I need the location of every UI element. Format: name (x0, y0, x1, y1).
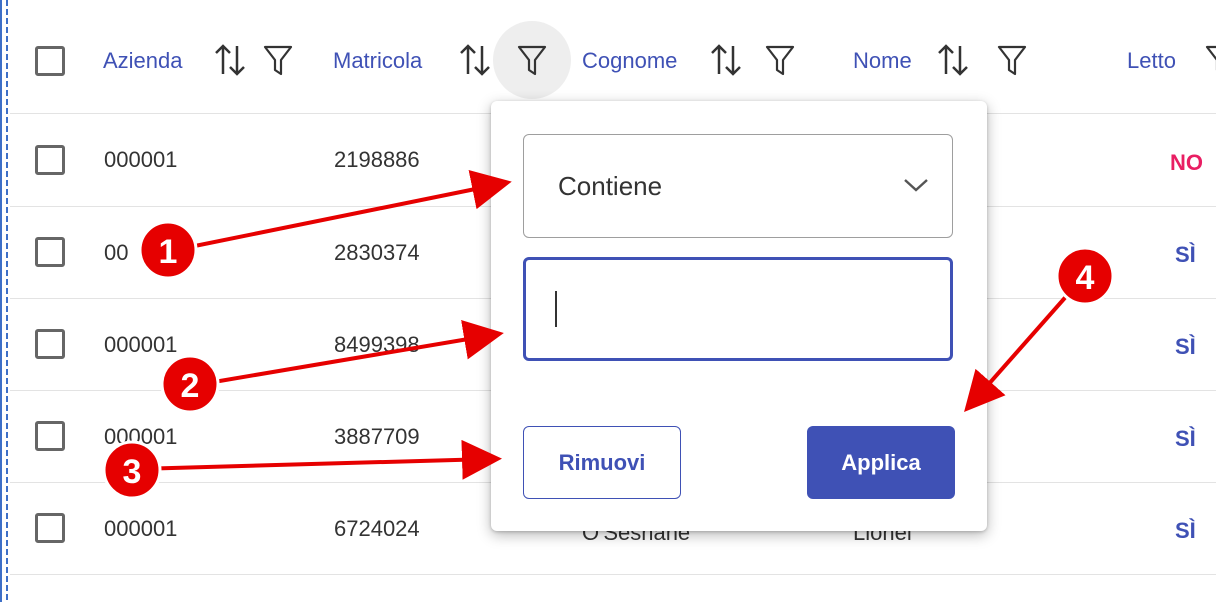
filter-icon[interactable] (996, 42, 1028, 78)
column-header-cognome[interactable]: Cognome (582, 48, 677, 74)
annotation-badge-1: 1 (138, 220, 198, 280)
filter-value-input[interactable] (523, 257, 953, 361)
column-header-azienda[interactable]: Azienda (103, 48, 183, 74)
cell-azienda: 000001 (104, 332, 178, 357)
remove-filter-button[interactable]: Rimuovi (523, 426, 681, 499)
sort-icon[interactable] (213, 40, 247, 80)
filter-operator-select[interactable]: Contiene (523, 134, 953, 238)
annotation-arrow-4 (964, 281, 1080, 412)
svg-text:2: 2 (181, 367, 200, 405)
cell-azienda: 000001 (104, 147, 178, 172)
filter-popup: Contiene Rimuovi Applica (491, 101, 987, 531)
annotation-arrow-3 (136, 439, 502, 480)
text-cursor (555, 291, 557, 327)
cell-letto: SÌ (1175, 242, 1196, 267)
cell-matricola: 8499398 (334, 332, 420, 357)
filter-icon[interactable] (1204, 42, 1216, 78)
chevron-down-icon (904, 179, 928, 192)
cell-letto: SÌ (1175, 518, 1196, 543)
window-edge-dashed (6, 0, 8, 602)
column-header-letto[interactable]: Letto (1127, 48, 1176, 74)
filter-icon-active[interactable] (516, 42, 548, 78)
column-header-matricola[interactable]: Matricola (333, 48, 422, 74)
cell-matricola: 2198886 (334, 147, 420, 172)
cell-matricola: 2830374 (334, 240, 420, 265)
filter-icon[interactable] (764, 42, 796, 78)
svg-text:4: 4 (1076, 259, 1095, 297)
row-checkbox[interactable] (35, 513, 65, 543)
cell-azienda: 000001 (104, 424, 178, 449)
cell-matricola: 3887709 (334, 424, 420, 449)
svg-text:3: 3 (123, 453, 142, 491)
row-checkbox[interactable] (35, 421, 65, 451)
cell-letto: SÌ (1175, 426, 1196, 451)
annotation-badge-4: 4 (1055, 246, 1115, 306)
svg-text:1: 1 (159, 233, 178, 271)
cell-matricola: 6724024 (334, 516, 420, 541)
cell-letto: NO (1170, 150, 1203, 175)
window-edge (0, 0, 2, 602)
sort-icon[interactable] (709, 40, 743, 80)
row-checkbox[interactable] (35, 145, 65, 175)
row-checkbox[interactable] (35, 329, 65, 359)
row-divider (10, 574, 1216, 575)
row-checkbox[interactable] (35, 237, 65, 267)
sort-icon[interactable] (458, 40, 492, 80)
sort-icon[interactable] (936, 40, 970, 80)
filter-operator-value: Contiene (558, 171, 663, 201)
filter-icon[interactable] (262, 42, 294, 78)
cell-letto: SÌ (1175, 334, 1196, 359)
cell-azienda: 00 (104, 240, 129, 265)
column-header-nome[interactable]: Nome (853, 48, 912, 74)
annotation-badge-3: 3 (102, 440, 162, 500)
cell-azienda: 000001 (104, 516, 178, 541)
apply-filter-button[interactable]: Applica (807, 426, 955, 499)
annotation-badge-2: 2 (160, 354, 220, 414)
select-all-checkbox[interactable] (35, 46, 65, 76)
